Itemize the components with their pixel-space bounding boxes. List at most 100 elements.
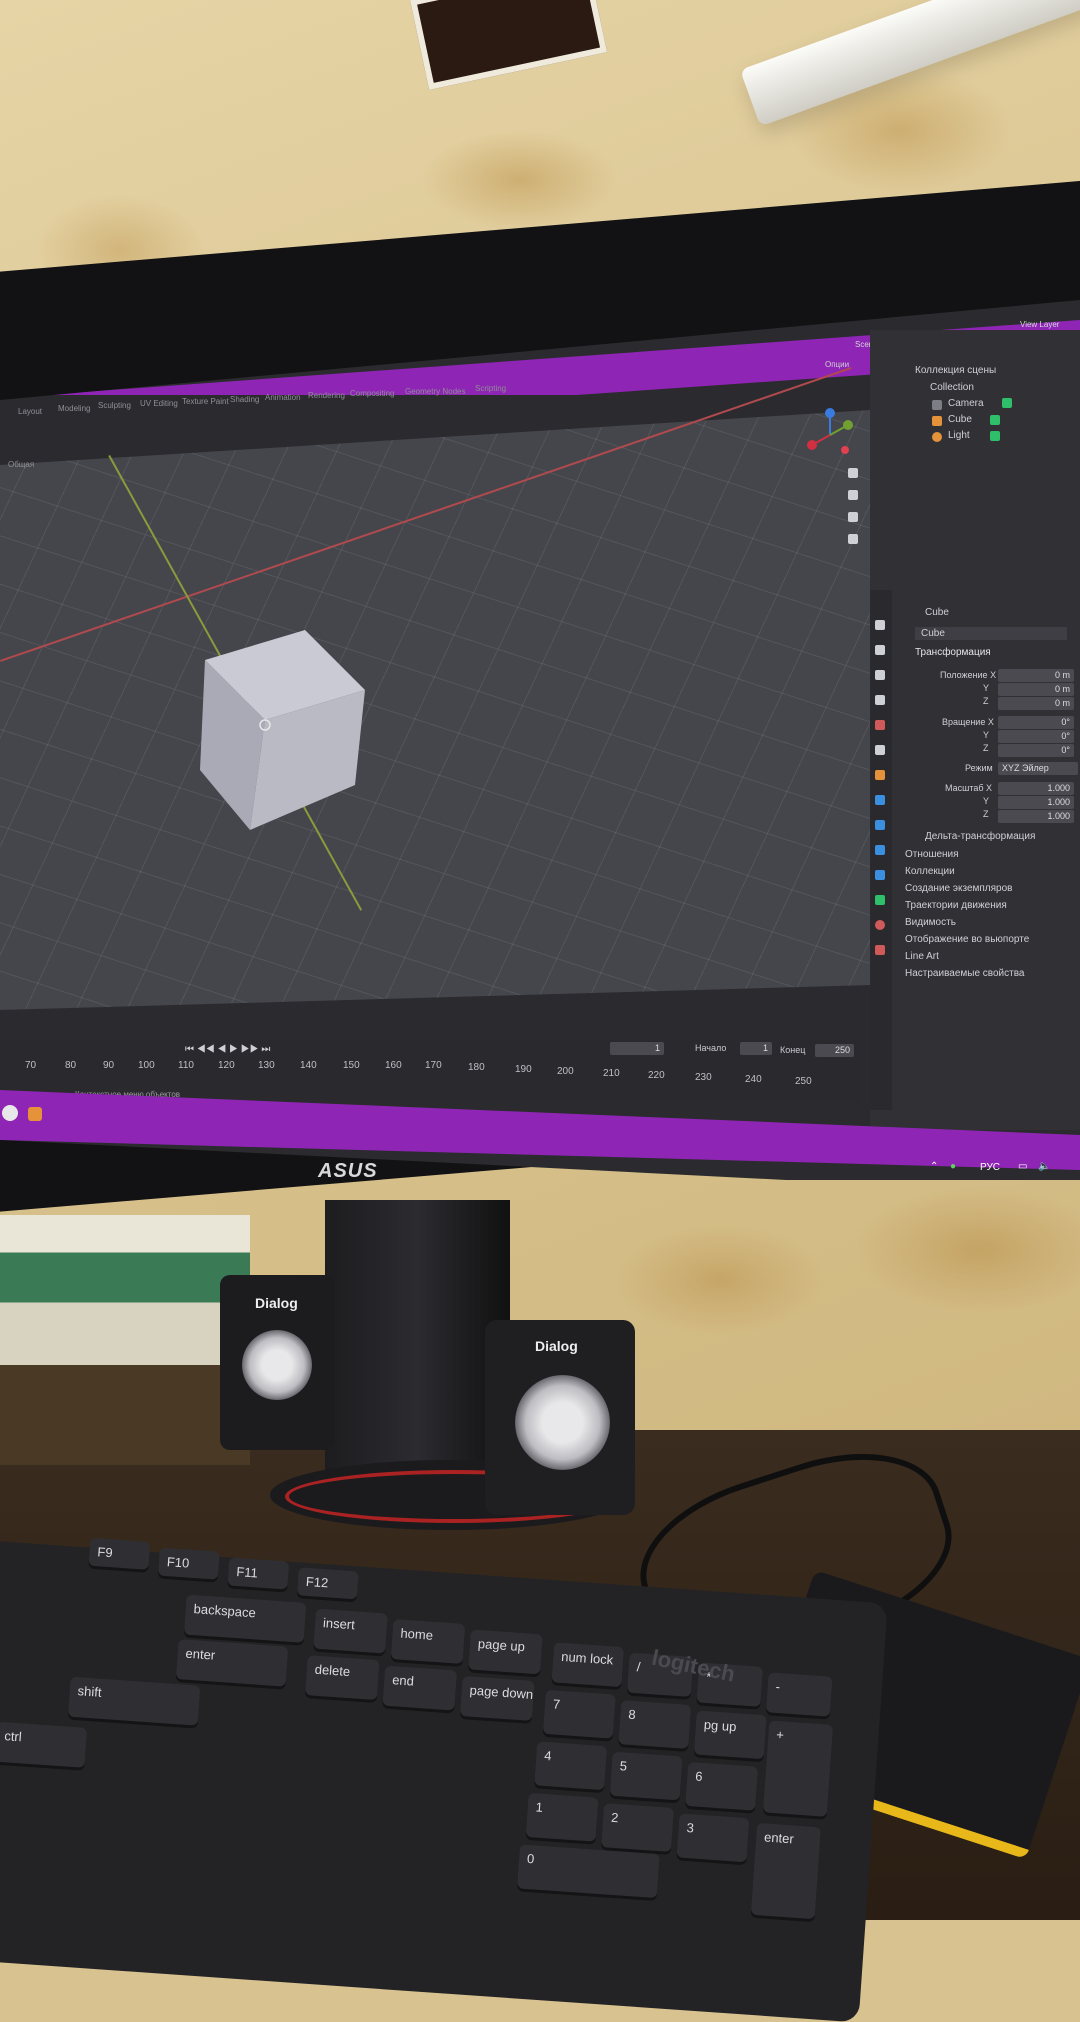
key[interactable]: F10 xyxy=(157,1547,220,1580)
default-cube[interactable] xyxy=(195,620,370,835)
volume-icon[interactable]: 🔈 xyxy=(1038,1161,1050,1172)
language-indicator[interactable]: РУС xyxy=(980,1162,1000,1173)
options-menu[interactable]: Опции xyxy=(825,360,849,369)
key[interactable]: 7 xyxy=(542,1689,616,1739)
view-layer-selector[interactable]: View Layer xyxy=(1020,320,1059,329)
tab-layout[interactable]: Layout xyxy=(18,407,42,416)
tab-uv-editing[interactable]: UV Editing xyxy=(140,399,178,408)
section-delta-transform[interactable]: Дельта-трансформация xyxy=(925,831,1035,842)
location-y-field[interactable]: 0 m xyxy=(998,683,1074,696)
key[interactable]: 8 xyxy=(618,1700,692,1749)
tab-sculpting[interactable]: Sculpting xyxy=(98,401,131,410)
key[interactable]: F9 xyxy=(88,1537,151,1570)
tab-shading[interactable]: Shading xyxy=(230,395,259,404)
key[interactable]: 2 xyxy=(601,1803,674,1852)
location-x-field[interactable]: 0 m xyxy=(998,669,1074,682)
output-icon[interactable] xyxy=(875,670,885,680)
tool-icon[interactable] xyxy=(875,620,885,630)
key[interactable]: pg up xyxy=(693,1710,767,1760)
blender-taskbar-icon[interactable] xyxy=(28,1107,42,1121)
tab-modeling[interactable]: Modeling xyxy=(58,404,90,413)
outliner-item-light[interactable]: Light xyxy=(948,430,970,441)
end-frame-field[interactable]: 250 xyxy=(815,1044,854,1057)
texture-icon[interactable] xyxy=(875,945,885,955)
key[interactable]: end xyxy=(382,1665,458,1711)
tab-rendering[interactable]: Rendering xyxy=(308,391,345,400)
section-collections[interactable]: Коллекции xyxy=(905,866,955,877)
section-custom-properties[interactable]: Настраиваемые свойства xyxy=(905,968,1025,979)
zoom-icon[interactable] xyxy=(848,468,858,478)
particles-icon[interactable] xyxy=(875,820,885,830)
scene-icon[interactable] xyxy=(875,720,885,730)
modifiers-wrench-icon[interactable] xyxy=(875,795,885,805)
key[interactable]: backspace xyxy=(183,1594,307,1643)
start-frame-field[interactable]: 1 xyxy=(740,1042,772,1055)
rotation-mode-select[interactable]: XYZ Эйлер xyxy=(998,762,1078,775)
section-visibility[interactable]: Видимость xyxy=(905,917,956,928)
key[interactable]: 1 xyxy=(525,1792,599,1842)
key[interactable]: page down xyxy=(459,1676,535,1721)
location-z-field[interactable]: 0 m xyxy=(998,697,1074,710)
tab-scripting[interactable]: Scripting xyxy=(475,384,506,393)
world-icon[interactable] xyxy=(875,745,885,755)
rotation-y-field[interactable]: 0° xyxy=(998,730,1074,743)
key[interactable]: + xyxy=(762,1720,834,1817)
tab-animation[interactable]: Animation xyxy=(265,393,301,402)
key[interactable]: enter xyxy=(175,1639,289,1687)
physics-icon[interactable] xyxy=(875,845,885,855)
key[interactable]: home xyxy=(390,1619,466,1664)
rotation-z-field[interactable]: 0° xyxy=(998,744,1074,757)
material-icon[interactable] xyxy=(875,920,885,930)
object-icon[interactable] xyxy=(875,770,885,780)
key[interactable]: shift xyxy=(67,1676,201,1726)
section-instancing[interactable]: Создание экземпляров xyxy=(905,883,1012,894)
grid-view-icon[interactable] xyxy=(848,534,858,544)
tray-chevron-icon[interactable]: ⌃ xyxy=(930,1161,938,1172)
key[interactable]: insert xyxy=(313,1608,388,1654)
outliner-scene-collection[interactable]: Коллекция сцены xyxy=(915,365,996,376)
mesh-data-icon[interactable] xyxy=(875,895,885,905)
key[interactable]: 0 xyxy=(517,1844,660,1899)
playback-controls[interactable]: ⏮ ◀◀ ◀ ▶ ▶▶ ⏭ xyxy=(185,1044,270,1055)
object-name-field[interactable]: Cube xyxy=(915,627,1067,640)
key[interactable]: 5 xyxy=(609,1751,683,1801)
scale-z-field[interactable]: 1.000 xyxy=(998,810,1074,823)
key[interactable]: ctrl xyxy=(0,1721,88,1768)
key[interactable]: 3 xyxy=(676,1813,750,1863)
outliner-item-cube[interactable]: Cube xyxy=(948,414,972,425)
section-relations[interactable]: Отношения xyxy=(905,849,959,860)
section-line-art[interactable]: Line Art xyxy=(905,951,939,962)
tray-app-icon[interactable]: ● xyxy=(950,1161,956,1172)
key[interactable]: F11 xyxy=(227,1557,290,1590)
start-button-icon[interactable] xyxy=(2,1105,18,1121)
key[interactable]: F12 xyxy=(296,1567,359,1600)
gizmo-y-icon[interactable] xyxy=(843,420,853,430)
key[interactable]: 4 xyxy=(534,1741,608,1791)
3d-viewport[interactable] xyxy=(0,410,870,1010)
navigation-gizmo[interactable] xyxy=(800,405,860,465)
constraints-icon[interactable] xyxy=(875,870,885,880)
key[interactable]: page up xyxy=(468,1629,543,1675)
scale-y-field[interactable]: 1.000 xyxy=(998,796,1074,809)
view-layer-icon[interactable] xyxy=(875,695,885,705)
current-frame-field[interactable]: 1 xyxy=(610,1042,664,1055)
tab-compositing[interactable]: Compositing xyxy=(350,389,394,398)
section-transform[interactable]: Трансформация xyxy=(915,647,991,658)
camera-view-icon[interactable] xyxy=(848,512,858,522)
key[interactable]: delete xyxy=(304,1655,380,1701)
key[interactable]: num lock xyxy=(551,1642,625,1688)
section-viewport-display[interactable]: Отображение во вьюпорте xyxy=(905,934,1029,945)
outliner-collection[interactable]: Collection xyxy=(930,382,974,393)
section-motion-paths[interactable]: Траектории движения xyxy=(905,900,1007,911)
render-icon[interactable] xyxy=(875,645,885,655)
key[interactable]: 6 xyxy=(685,1761,759,1811)
gizmo-neg-x-icon[interactable] xyxy=(841,446,849,454)
rotation-x-field[interactable]: 0° xyxy=(998,716,1074,729)
gizmo-z-icon[interactable] xyxy=(825,408,835,418)
key[interactable]: enter xyxy=(750,1822,822,1920)
pan-hand-icon[interactable] xyxy=(848,490,858,500)
outliner-item-camera[interactable]: Camera xyxy=(948,398,984,409)
tab-texture-paint[interactable]: Texture Paint xyxy=(182,397,229,406)
scale-x-field[interactable]: 1.000 xyxy=(998,782,1074,795)
gizmo-x-icon[interactable] xyxy=(807,440,817,450)
